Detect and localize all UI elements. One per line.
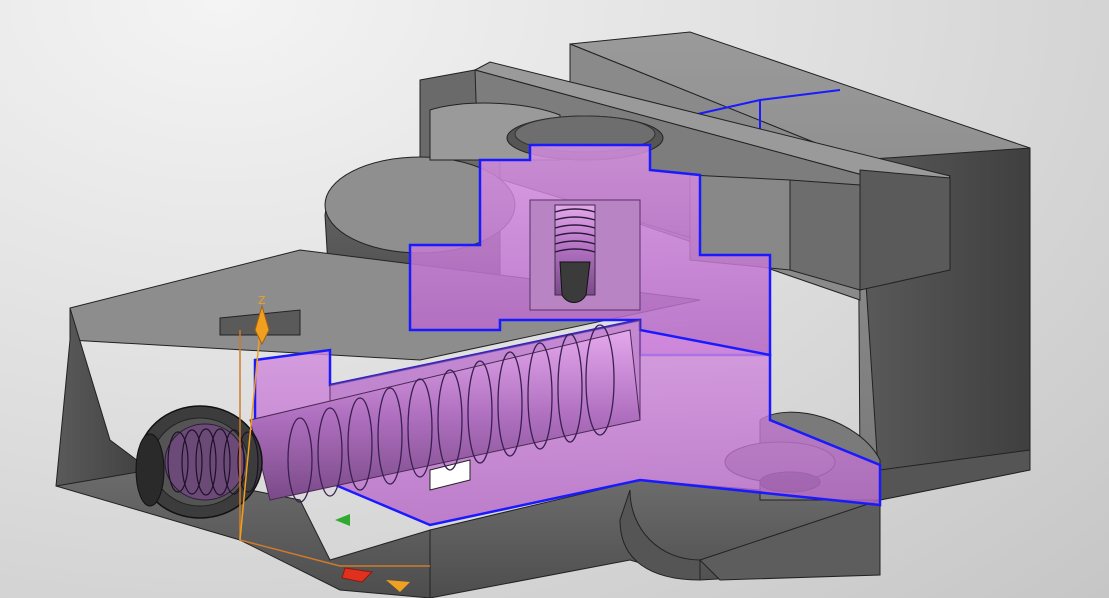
3d-viewport[interactable]: Z <box>0 0 1109 598</box>
z-axis-label: Z <box>258 294 266 307</box>
vise-section-model[interactable]: Z <box>0 0 1109 598</box>
y-axis-arrow[interactable] <box>335 514 350 526</box>
